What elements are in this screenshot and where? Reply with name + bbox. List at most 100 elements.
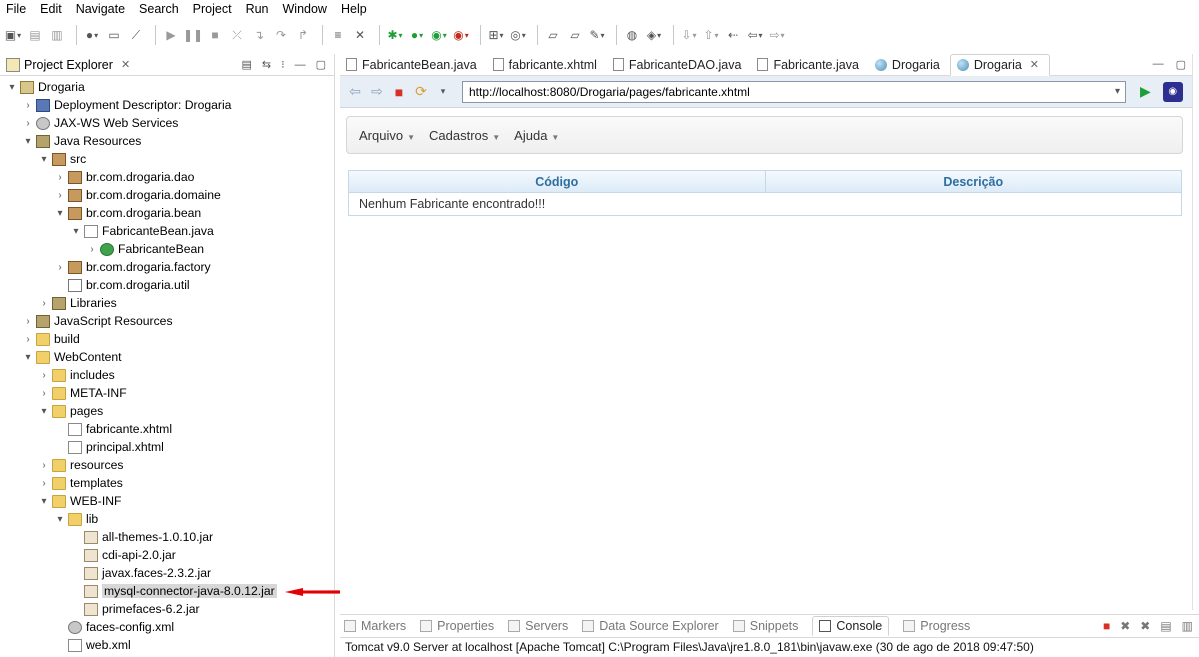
next-annotation-icon[interactable]: ⇩ ▾ xyxy=(680,26,698,44)
collapse-all-icon[interactable]: ▤ xyxy=(241,58,251,71)
tree-item-javascript-resources[interactable]: › JavaScript Resources xyxy=(0,312,334,330)
eclipse-icon[interactable]: ◉ xyxy=(1162,81,1183,102)
project-explorer-tab[interactable]: Project Explorer ✕ ▤ ⇆ ⁝ — ▢ xyxy=(0,54,334,76)
minimize-icon[interactable]: — xyxy=(295,59,306,71)
tree-item-libraries[interactable]: › Libraries xyxy=(0,294,334,312)
column-header-codigo[interactable]: Código xyxy=(349,171,766,192)
chevron-down-icon[interactable]: ▾ xyxy=(1115,86,1125,97)
close-icon[interactable]: ✕ xyxy=(1030,58,1039,71)
forward-icon[interactable]: ⇨ xyxy=(368,83,386,101)
chevron-right-icon[interactable]: › xyxy=(54,190,66,201)
chevron-right-icon[interactable]: › xyxy=(38,370,50,381)
chevron-down-icon[interactable]: ▾ xyxy=(22,352,34,363)
globe-icon[interactable]: ◍ xyxy=(623,26,641,44)
forward-icon[interactable]: ⇨ ▾ xyxy=(768,26,786,44)
external-run-icon[interactable]: ◉ ▾ xyxy=(452,26,470,44)
page-menu-ajuda[interactable]: Ajuda ▼ xyxy=(514,128,559,143)
tree-item-principal-xhtml[interactable]: principal.xhtml xyxy=(0,438,334,456)
chevron-down-icon[interactable]: ▾ xyxy=(38,406,50,417)
editor-tab-drogaria[interactable]: Drogaria ✕ xyxy=(949,53,1051,76)
link-editor-icon[interactable]: ⇆ xyxy=(262,58,271,71)
chevron-right-icon[interactable]: › xyxy=(38,388,50,399)
tree-item-lib[interactable]: ▾ lib xyxy=(0,510,334,528)
tree-item-web-inf[interactable]: ▾ WEB-INF xyxy=(0,492,334,510)
step-return-icon[interactable]: ↱ xyxy=(294,26,312,44)
maximize-icon[interactable]: ▢ xyxy=(316,58,326,71)
chevron-down-icon[interactable]: ▾ xyxy=(38,154,50,165)
run-server-icon[interactable]: ◉ ▾ xyxy=(430,26,448,44)
tree-item-faces-config-xml[interactable]: faces-config.xml xyxy=(0,618,334,636)
tree-item-all-themes-1-0-10-jar[interactable]: all-themes-1.0.10.jar xyxy=(0,528,334,546)
suspend-icon[interactable]: ❚❚ xyxy=(183,26,203,44)
save-all-icon[interactable]: ▥ xyxy=(48,26,66,44)
tree-item-templates[interactable]: › templates xyxy=(0,474,334,492)
chevron-down-icon[interactable]: ▾ xyxy=(434,83,452,101)
chevron-right-icon[interactable]: › xyxy=(38,298,50,309)
pin-console-icon[interactable]: ▥ xyxy=(1182,619,1193,633)
view-tab-properties[interactable]: Properties xyxy=(420,619,494,633)
tree-item-fabricantebean-java[interactable]: ▾ FabricanteBean.java xyxy=(0,222,334,240)
chevron-right-icon[interactable]: › xyxy=(54,172,66,183)
maximize-icon[interactable]: ▢ xyxy=(1176,58,1186,71)
tree-item-web-xml[interactable]: web.xml xyxy=(0,636,334,654)
tree-item-br-com-drogaria-factory[interactable]: › br.com.drogaria.factory xyxy=(0,258,334,276)
stop-icon[interactable]: ■ xyxy=(390,83,408,101)
step-over-icon[interactable]: ↷ xyxy=(272,26,290,44)
chevron-right-icon[interactable]: › xyxy=(86,244,98,255)
view-tab-progress[interactable]: Progress xyxy=(903,619,970,633)
tree-item-pages[interactable]: ▾ pages xyxy=(0,402,334,420)
external-tools-icon[interactable]: ✕ xyxy=(351,26,369,44)
go-icon[interactable]: ▶ xyxy=(1140,83,1151,100)
chevron-down-icon[interactable]: ▾ xyxy=(70,226,82,237)
menu-file[interactable]: File xyxy=(4,2,32,16)
editor-tab-fabricante-xhtml[interactable]: fabricante.xhtml xyxy=(487,54,607,76)
editor-tab-fabricantedao-java[interactable]: FabricanteDAO.java xyxy=(607,54,752,76)
column-header-descricao[interactable]: Descrição xyxy=(766,171,1182,192)
tree-item-meta-inf[interactable]: › META-INF xyxy=(0,384,334,402)
chevron-down-icon[interactable]: ▾ xyxy=(38,496,50,507)
tree-item-primefaces-6-2-jar[interactable]: primefaces-6.2.jar xyxy=(0,600,334,618)
clear-console-icon[interactable]: ▤ xyxy=(1160,619,1171,633)
debug-icon[interactable]: ✱ ▾ xyxy=(386,26,404,44)
tree-item-br-com-drogaria-util[interactable]: br.com.drogaria.util xyxy=(0,276,334,294)
console-toggle-icon[interactable]: ▭ xyxy=(105,26,123,44)
tree-item-br-com-drogaria-dao[interactable]: › br.com.drogaria.dao xyxy=(0,168,334,186)
chevron-right-icon[interactable]: › xyxy=(38,478,50,489)
view-tab-snippets[interactable]: Snippets xyxy=(732,619,798,633)
resume-icon[interactable]: ▶ xyxy=(162,26,180,44)
tree-item-webcontent[interactable]: ▾ WebContent xyxy=(0,348,334,366)
tree-item-fabricantebean[interactable]: › FabricanteBean xyxy=(0,240,334,258)
editor-tab-fabricantebean-java[interactable]: FabricanteBean.java xyxy=(340,54,487,76)
view-menu-icon[interactable]: ⁝ xyxy=(281,58,285,71)
disconnect-icon[interactable]: ⤫ xyxy=(228,26,246,44)
chevron-right-icon[interactable]: › xyxy=(22,334,34,345)
remove-launch-icon[interactable]: ✖ xyxy=(1120,619,1130,633)
new-server-icon[interactable]: ⊞ ▾ xyxy=(487,26,505,44)
chevron-down-icon[interactable]: ▾ xyxy=(54,208,66,219)
refresh-icon[interactable]: ⟳ xyxy=(412,83,430,101)
tree-item-fabricante-xhtml[interactable]: fabricante.xhtml xyxy=(0,420,334,438)
url-field[interactable]: http://localhost:8080/Drogaria/pages/fab… xyxy=(462,80,1126,103)
tree-item-jax-ws-web-services[interactable]: › JAX-WS Web Services xyxy=(0,114,334,132)
view-tab-markers[interactable]: Markers xyxy=(344,619,406,633)
prev-annotation-icon[interactable]: ⇧ ▾ xyxy=(702,26,720,44)
view-tab-servers[interactable]: Servers xyxy=(508,619,568,633)
view-tab-data-source-explorer[interactable]: Data Source Explorer xyxy=(582,619,719,633)
menu-project[interactable]: Project xyxy=(191,2,238,16)
tree-item-javax-faces-2-3-2-jar[interactable]: javax.faces-2.3.2.jar xyxy=(0,564,334,582)
menu-window[interactable]: Window xyxy=(281,2,333,16)
pin-icon[interactable]: ⟋ xyxy=(127,26,145,44)
run-icon[interactable]: ● ▾ xyxy=(408,26,426,44)
tree-item-resources[interactable]: › resources xyxy=(0,456,334,474)
menu-edit[interactable]: Edit xyxy=(38,2,68,16)
step-into-icon[interactable]: ↴ xyxy=(250,26,268,44)
tree-item-drogaria[interactable]: ▾ Drogaria xyxy=(0,78,334,96)
tree-item-build[interactable]: › build xyxy=(0,330,334,348)
new-icon[interactable]: ▣ ▾ xyxy=(4,26,22,44)
tree-item-br-com-drogaria-bean[interactable]: ▾ br.com.drogaria.bean xyxy=(0,204,334,222)
chevron-down-icon[interactable]: ▾ xyxy=(54,514,66,525)
editor-tab-fabricante-java[interactable]: Fabricante.java xyxy=(751,54,868,76)
remove-all-icon[interactable]: ✖ xyxy=(1140,619,1150,633)
chevron-right-icon[interactable]: › xyxy=(22,118,34,129)
tree-item-java-resources[interactable]: ▾ Java Resources xyxy=(0,132,334,150)
